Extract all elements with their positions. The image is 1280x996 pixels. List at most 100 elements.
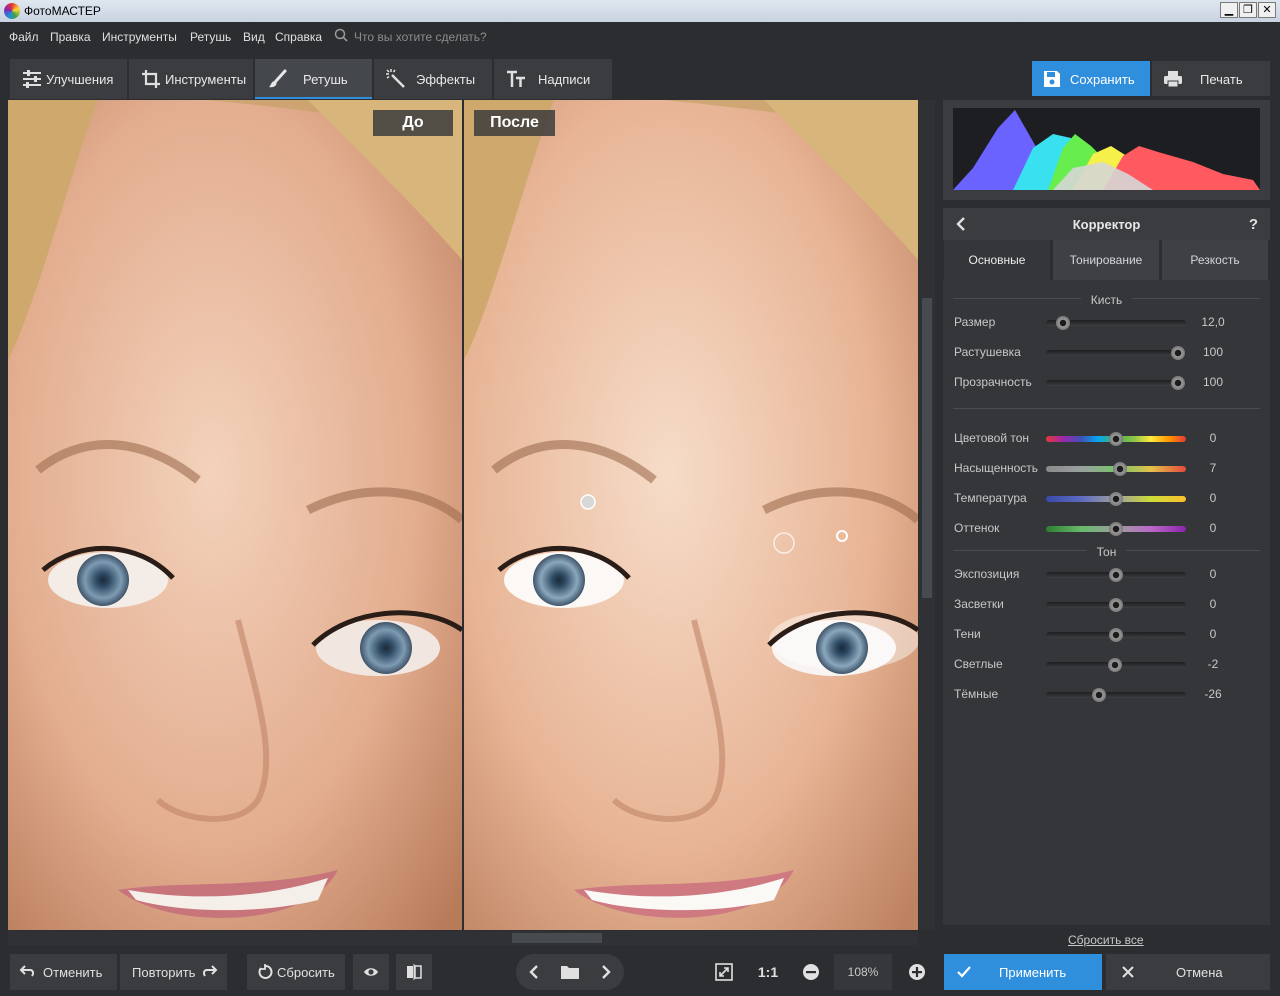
command-search[interactable]: Что вы хотите сделать? (334, 28, 534, 46)
slider-track[interactable] (1046, 376, 1186, 390)
slider-track[interactable] (1046, 568, 1186, 582)
slider-knob[interactable] (1109, 522, 1123, 536)
undo-label: Отменить (43, 965, 103, 980)
horizontal-scrollbar[interactable] (8, 931, 918, 945)
tab-retouch-label: Ретушь (303, 72, 348, 87)
tab-effects[interactable]: Эффекты (374, 59, 492, 99)
save-button[interactable]: Сохранить (1032, 61, 1150, 96)
before-photo[interactable] (8, 100, 462, 930)
menu-tools[interactable]: Инструменты (102, 30, 177, 44)
fit-screen-icon (715, 963, 733, 981)
tab-captions[interactable]: Надписи (494, 59, 612, 99)
slider-knob[interactable] (1170, 346, 1185, 360)
slider-knob[interactable] (1109, 628, 1123, 642)
slider-row-2: Температура 0 (943, 489, 1270, 509)
folder-icon[interactable] (561, 964, 579, 979)
reset-all-link[interactable]: Сбросить все (1068, 933, 1144, 947)
redo-button[interactable]: Повторить (120, 954, 227, 990)
tab-tools[interactable]: Инструменты (129, 59, 253, 99)
minimize-button[interactable]: ▁ (1220, 2, 1238, 18)
slider-track[interactable] (1046, 688, 1186, 702)
zoom-in-icon (909, 964, 925, 980)
slider-knob[interactable] (1092, 688, 1107, 702)
apply-label: Применить (999, 965, 1067, 980)
horizontal-scroll-thumb[interactable] (512, 933, 602, 943)
slider-track[interactable] (1046, 598, 1186, 612)
slider-track[interactable] (1046, 658, 1186, 672)
preview-toggle-button[interactable] (353, 954, 389, 990)
slider-label: Температура (954, 491, 1027, 505)
cancel-label: Отмена (1176, 965, 1223, 980)
menu-help[interactable]: Справка (275, 30, 322, 44)
fit-screen-button[interactable] (706, 954, 742, 990)
slider-knob[interactable] (1113, 462, 1128, 476)
slider-row-0: Цветовой тон 0 (943, 429, 1270, 449)
cancel-button[interactable]: Отмена (1106, 954, 1270, 990)
retouch-pin[interactable] (580, 494, 596, 510)
slider-row-2: Прозрачность 100 (943, 373, 1270, 393)
menu-file[interactable]: Файл (9, 30, 39, 44)
menu-edit[interactable]: Правка (50, 30, 91, 44)
slider-value: 0 (1209, 627, 1217, 641)
undo-button[interactable]: Отменить (10, 954, 117, 990)
previous-photo-icon[interactable] (528, 965, 540, 979)
slider-value: 100 (1202, 345, 1224, 359)
slider-row-1: Засветки 0 (943, 595, 1270, 615)
close-window-button[interactable]: ✕ (1258, 2, 1276, 18)
print-button[interactable]: Печать (1152, 61, 1270, 96)
histogram-graph (953, 108, 1260, 190)
tone-section-title: Тон (1086, 545, 1127, 559)
slider-value: 0 (1209, 491, 1217, 505)
slider-label: Экспозиция (954, 567, 1020, 581)
slider-value: 0 (1209, 597, 1217, 611)
tab-tools-label: Инструменты (165, 72, 247, 87)
slider-knob[interactable] (1055, 316, 1070, 330)
next-photo-icon[interactable] (600, 965, 612, 979)
menu-retouch[interactable]: Ретушь (190, 30, 231, 44)
reset-label: Сбросить (277, 965, 335, 980)
slider-knob[interactable] (1109, 492, 1123, 506)
reset-button[interactable]: Сбросить (247, 954, 345, 990)
corrector-settings: Кисть Размер 12,0 Растушевка 100 Прозрачност… (943, 280, 1270, 925)
save-disk-icon (1044, 71, 1060, 87)
slider-knob[interactable] (1109, 568, 1123, 582)
maximize-button[interactable]: ❐ (1239, 2, 1257, 18)
tab-retouch[interactable]: Ретушь (255, 59, 372, 99)
slider-knob[interactable] (1170, 376, 1185, 390)
window-title: ФотоМАСТЕР (24, 4, 101, 18)
apply-button[interactable]: Применить (944, 954, 1102, 990)
subtab-sharpness[interactable]: Резкость (1162, 240, 1268, 280)
redo-label: Повторить (132, 965, 196, 980)
slider-track[interactable] (1046, 316, 1186, 330)
slider-track[interactable] (1046, 462, 1186, 476)
compare-button[interactable] (396, 954, 432, 990)
zoom-in-button[interactable] (899, 954, 935, 990)
subtab-toning[interactable]: Тонирование (1053, 240, 1159, 280)
slider-label: Прозрачность (954, 375, 1032, 389)
menu-view[interactable]: Вид (243, 30, 265, 44)
slider-row-2: Тени 0 (943, 625, 1270, 645)
tab-captions-label: Надписи (538, 72, 591, 87)
slider-knob[interactable] (1107, 658, 1122, 672)
after-photo[interactable] (464, 100, 918, 930)
slider-track[interactable] (1046, 432, 1186, 446)
slider-value: 100 (1202, 375, 1224, 389)
slider-track[interactable] (1046, 522, 1186, 536)
slider-track[interactable] (1046, 628, 1186, 642)
tab-enhancements[interactable]: Улучшения (10, 59, 127, 99)
subtab-basic[interactable]: Основные (944, 240, 1050, 280)
slider-track[interactable] (1046, 492, 1186, 506)
vertical-scrollbar[interactable] (919, 100, 935, 930)
slider-row-0: Экспозиция 0 (943, 565, 1270, 585)
zoom-level[interactable]: 108% (834, 954, 892, 990)
help-button[interactable]: ? (1249, 216, 1258, 233)
slider-knob[interactable] (1109, 432, 1123, 446)
title-bar: ФотоМАСТЕР ▁ ❐ ✕ (0, 0, 1280, 22)
search-input[interactable]: Что вы хотите сделать? (354, 30, 487, 44)
vertical-scroll-thumb[interactable] (922, 298, 932, 598)
slider-knob[interactable] (1109, 598, 1123, 612)
actual-size-button[interactable]: 1:1 (750, 954, 786, 990)
slider-label: Тени (954, 627, 981, 641)
zoom-out-button[interactable] (793, 954, 829, 990)
slider-track[interactable] (1046, 346, 1186, 360)
